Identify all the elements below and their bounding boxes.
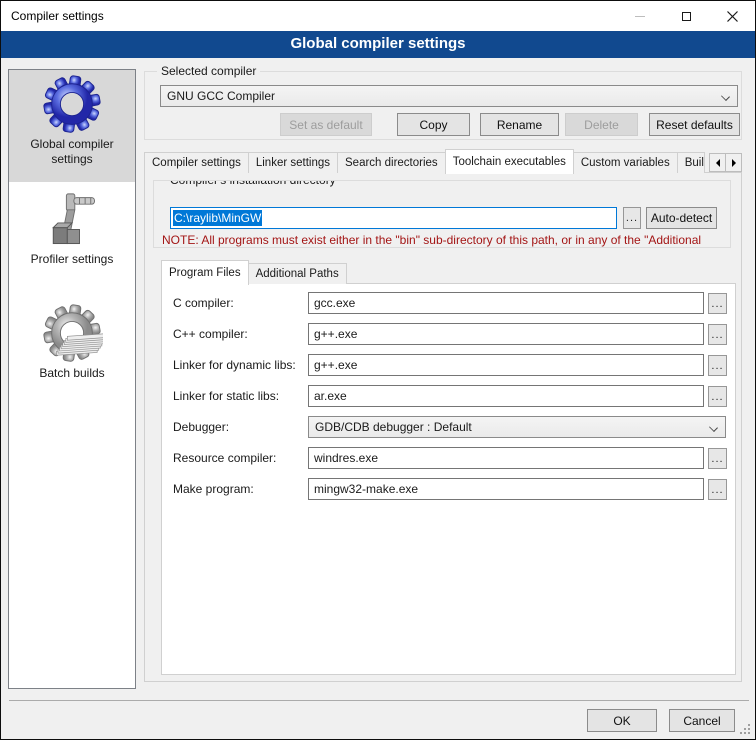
tab-custom-variables[interactable]: Custom variables bbox=[573, 152, 678, 173]
titlebar[interactable]: Compiler settings bbox=[1, 1, 755, 31]
sidebar-item-label: Batch builds bbox=[35, 366, 108, 381]
tab-search-directories[interactable]: Search directories bbox=[337, 152, 446, 173]
resource-compiler-browse-button[interactable]: ... bbox=[708, 448, 727, 469]
copy-button[interactable]: Copy bbox=[397, 113, 470, 136]
debugger-select-value: GDB/CDB debugger : Default bbox=[315, 420, 472, 434]
make-program-browse-button[interactable]: ... bbox=[708, 479, 727, 500]
dialog-banner-title: Global compiler settings bbox=[1, 31, 755, 58]
linker-dynamic-browse-button[interactable]: ... bbox=[708, 355, 727, 376]
resource-compiler-input[interactable]: windres.exe bbox=[308, 447, 704, 469]
auto-detect-button[interactable]: Auto-detect bbox=[646, 207, 717, 229]
ok-button[interactable]: OK bbox=[587, 709, 657, 732]
sidebar-item-batch-builds[interactable]: Batch builds bbox=[9, 290, 135, 408]
window-title: Compiler settings bbox=[11, 1, 104, 31]
linker-static-label: Linker for static libs: bbox=[173, 388, 306, 404]
resize-grip[interactable] bbox=[739, 723, 752, 736]
compiler-select-value: GNU GCC Compiler bbox=[167, 89, 275, 103]
installation-directory-input[interactable]: C:\raylib\MinGW bbox=[170, 207, 617, 229]
linker-static-input[interactable]: ar.exe bbox=[308, 385, 704, 407]
caliper-icon bbox=[42, 192, 102, 252]
set-as-default-button[interactable]: Set as default bbox=[280, 113, 372, 136]
make-program-label: Make program: bbox=[173, 481, 306, 497]
tab-additional-paths[interactable]: Additional Paths bbox=[248, 263, 347, 284]
browse-directory-button[interactable]: ... bbox=[623, 207, 641, 229]
linker-dynamic-value: g++.exe bbox=[314, 358, 357, 372]
program-files-page: C compiler: gcc.exe ... C++ compiler: g+… bbox=[161, 283, 736, 675]
paths-tabstrip: Program Files Additional Paths bbox=[161, 258, 736, 284]
tab-build-options-clipped[interactable]: Build bbox=[677, 152, 705, 173]
cancel-button[interactable]: Cancel bbox=[669, 709, 735, 732]
sidebar-item-label: Profiler settings bbox=[27, 252, 118, 267]
note-text: NOTE: All programs must exist either in … bbox=[162, 233, 728, 247]
debugger-select[interactable]: GDB/CDB debugger : Default bbox=[308, 416, 726, 438]
settings-tabstrip: Compiler settings Linker settings Search… bbox=[144, 147, 742, 173]
delete-button[interactable]: Delete bbox=[565, 113, 638, 136]
toolchain-executables-page: Compiler's installation directory C:\ray… bbox=[144, 172, 742, 682]
tab-scroll-buttons bbox=[710, 153, 742, 172]
rename-button[interactable]: Rename bbox=[480, 113, 559, 136]
cpp-compiler-browse-button[interactable]: ... bbox=[708, 324, 727, 345]
arrow-right-icon bbox=[732, 159, 736, 167]
installation-directory-selected-text: C:\raylib\MinGW bbox=[173, 210, 262, 226]
tab-compiler-settings[interactable]: Compiler settings bbox=[144, 152, 249, 173]
chevron-down-icon bbox=[709, 423, 718, 432]
batch-builds-icon bbox=[41, 304, 103, 366]
linker-static-value: ar.exe bbox=[314, 389, 347, 403]
sidebar-item-label: Global compiler settings bbox=[9, 137, 135, 167]
tab-scroll-right-button[interactable] bbox=[725, 153, 742, 172]
compiler-settings-dialog: Compiler settings Global compiler settin… bbox=[0, 0, 756, 740]
installation-directory-group: Compiler's installation directory C:\ray… bbox=[153, 180, 731, 248]
minimize-button[interactable] bbox=[617, 1, 663, 31]
minimize-icon bbox=[635, 16, 645, 17]
sidebar-item-profiler-settings[interactable]: Profiler settings bbox=[9, 182, 135, 290]
c-compiler-label: C compiler: bbox=[173, 295, 306, 311]
maximize-button[interactable] bbox=[663, 1, 709, 31]
make-program-input[interactable]: mingw32-make.exe bbox=[308, 478, 704, 500]
blue-gear-icon bbox=[41, 75, 103, 137]
resource-compiler-label: Resource compiler: bbox=[173, 450, 306, 466]
cpp-compiler-input[interactable]: g++.exe bbox=[308, 323, 704, 345]
close-icon bbox=[727, 11, 738, 22]
linker-dynamic-label: Linker for dynamic libs: bbox=[173, 357, 306, 373]
selected-compiler-group-label: Selected compiler bbox=[157, 64, 260, 78]
debugger-label: Debugger: bbox=[173, 419, 306, 435]
linker-static-browse-button[interactable]: ... bbox=[708, 386, 727, 407]
window-controls bbox=[617, 1, 755, 31]
c-compiler-browse-button[interactable]: ... bbox=[708, 293, 727, 314]
resource-compiler-value: windres.exe bbox=[314, 451, 378, 465]
c-compiler-value: gcc.exe bbox=[314, 296, 355, 310]
settings-category-list: Global compiler settings Profiler settin… bbox=[8, 69, 136, 689]
arrow-left-icon bbox=[716, 159, 720, 167]
linker-dynamic-input[interactable]: g++.exe bbox=[308, 354, 704, 376]
maximize-icon bbox=[682, 12, 691, 21]
sidebar-item-global-compiler-settings[interactable]: Global compiler settings bbox=[9, 70, 135, 182]
make-program-value: mingw32-make.exe bbox=[314, 482, 418, 496]
cpp-compiler-label: C++ compiler: bbox=[173, 326, 306, 342]
tab-scroll-left-button[interactable] bbox=[709, 153, 726, 172]
compiler-select[interactable]: GNU GCC Compiler bbox=[160, 85, 738, 107]
chevron-down-icon bbox=[721, 92, 730, 101]
c-compiler-input[interactable]: gcc.exe bbox=[308, 292, 704, 314]
selected-compiler-group: Selected compiler GNU GCC Compiler Set a… bbox=[144, 71, 742, 140]
reset-defaults-button[interactable]: Reset defaults bbox=[649, 113, 740, 136]
tab-toolchain-executables[interactable]: Toolchain executables bbox=[445, 149, 574, 174]
tab-linker-settings[interactable]: Linker settings bbox=[248, 152, 338, 173]
tab-program-files[interactable]: Program Files bbox=[161, 260, 249, 285]
installation-directory-group-label: Compiler's installation directory bbox=[166, 180, 340, 187]
close-button[interactable] bbox=[709, 1, 755, 31]
footer-divider bbox=[9, 700, 749, 701]
cpp-compiler-value: g++.exe bbox=[314, 327, 357, 341]
